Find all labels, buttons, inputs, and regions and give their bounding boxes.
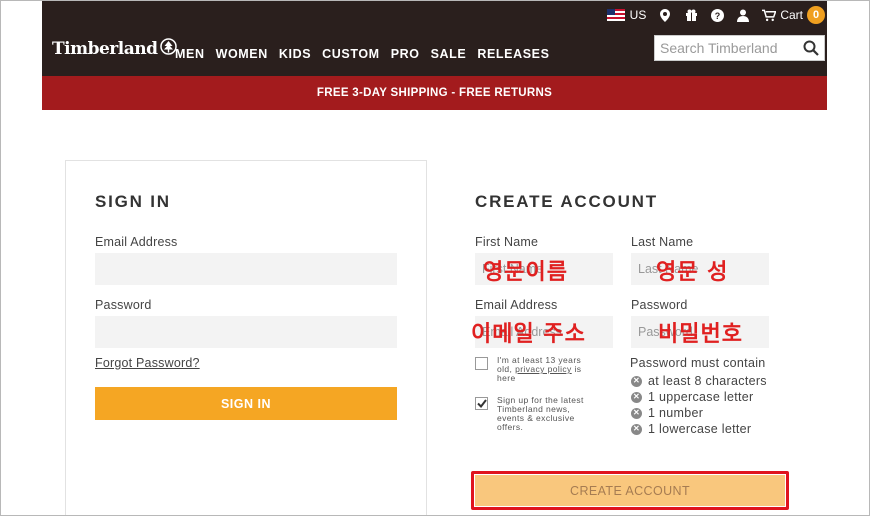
cart-label: Cart [780,8,803,22]
nav-women[interactable]: WOMEN [216,47,268,61]
promo-banner[interactable]: FREE 3-DAY SHIPPING - FREE RETURNS [42,76,827,110]
help-icon: ? [710,8,724,22]
first-name-label: First Name [475,235,539,249]
nav-pro[interactable]: PRO [391,47,420,61]
store-locator-button[interactable] [658,8,672,22]
us-flag-icon [606,9,625,21]
create-email-input[interactable] [475,316,613,348]
privacy-policy-link[interactable]: privacy policy [515,364,572,374]
svg-text:?: ? [715,11,721,21]
search-icon[interactable] [803,40,819,61]
search-input[interactable] [655,37,795,59]
create-password-input[interactable] [631,316,769,348]
password-rule-text: 1 uppercase letter [648,390,754,404]
forgot-password-link[interactable]: Forgot Password? [95,356,200,370]
site-header: US ? Cart 0 Timberland MEN WOMEN KIDS CU… [42,0,827,76]
password-rules-title: Password must contain [630,356,766,370]
password-rule: ✕ 1 uppercase letter [631,390,753,404]
first-name-input[interactable] [475,253,613,285]
password-rule-text: at least 8 characters [648,374,767,388]
signin-password-input[interactable] [95,316,397,348]
main-nav: MEN WOMEN KIDS CUSTOM PRO SALE RELEASES [175,47,561,61]
password-rule-text: 1 number [648,406,704,420]
nav-custom[interactable]: CUSTOM [322,47,380,61]
age-checkbox[interactable] [475,357,488,370]
signin-email-label: Email Address [95,235,178,249]
country-label: US [629,8,647,22]
help-button[interactable]: ? [710,8,724,22]
age-check-text: I'm at least 13 years old, privacy polic… [497,356,597,383]
last-name-input[interactable] [631,253,769,285]
cart-icon [762,8,777,22]
create-email-label: Email Address [475,298,558,312]
last-name-label: Last Name [631,235,694,249]
nav-kids[interactable]: KIDS [279,47,311,61]
gift-icon [684,8,698,22]
create-account-button[interactable]: CREATE ACCOUNT [475,475,785,506]
x-circle-icon: ✕ [631,407,642,419]
utility-bar: US ? Cart 0 [595,4,827,26]
gift-button[interactable] [684,8,698,22]
signin-password-label: Password [95,298,152,312]
x-circle-icon: ✕ [631,423,642,435]
nav-releases[interactable]: RELEASES [477,47,549,61]
newsletter-check-text: Sign up for the latest Timberland news, … [497,395,584,432]
create-account-title: CREATE ACCOUNT [475,192,658,211]
logo-text: Timberland [52,39,158,59]
x-circle-icon: ✕ [631,391,642,403]
nav-men[interactable]: MEN [175,47,205,61]
password-rule-text: 1 lowercase letter [648,422,752,436]
account-button[interactable] [736,8,750,22]
user-icon [736,8,750,22]
password-rule: ✕ 1 number [631,406,703,420]
cart-button[interactable]: Cart 0 [762,6,827,24]
newsletter-checkbox[interactable] [475,397,488,410]
create-password-label: Password [631,298,688,312]
x-circle-icon: ✕ [631,375,642,387]
location-pin-icon [658,8,672,22]
password-rule: ✕ at least 8 characters [631,374,767,388]
country-selector[interactable]: US [606,8,647,22]
search-box [654,35,825,61]
cart-count-badge: 0 [807,6,825,24]
signin-button[interactable]: SIGN IN [95,387,397,420]
checkmark-icon [476,399,487,408]
nav-sale[interactable]: SALE [431,47,467,61]
timberland-logo[interactable]: Timberland [52,38,178,60]
signin-title: SIGN IN [95,192,171,211]
password-rule: ✕ 1 lowercase letter [631,422,751,436]
signin-email-input[interactable] [95,253,397,285]
